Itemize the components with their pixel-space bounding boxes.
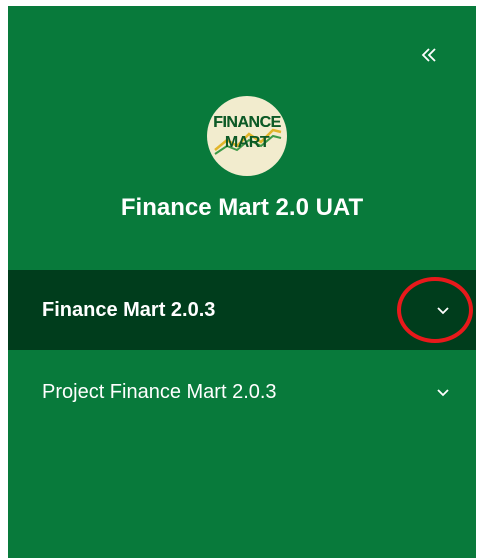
finance-mart-logo: FINANCE MART	[207, 96, 287, 176]
logo-text-line2: MART	[224, 134, 270, 151]
chevron-down-icon	[437, 389, 449, 397]
chevron-down-icon	[437, 307, 449, 315]
screenshot-frame: FINANCE MART Finance Mart 2.0 UAT Financ…	[0, 0, 481, 558]
expand-menu-button[interactable]	[433, 384, 453, 400]
menu-item-finance-mart-2-0-3[interactable]: Finance Mart 2.0.3	[8, 270, 476, 350]
app-title: Finance Mart 2.0 UAT	[120, 194, 364, 221]
expand-menu-button[interactable]	[433, 302, 453, 318]
double-chevron-left-icon	[421, 48, 436, 62]
sidebar: FINANCE MART Finance Mart 2.0 UAT Financ…	[8, 6, 476, 558]
menu-item-label: Finance Mart 2.0.3	[42, 298, 216, 321]
menu-item-project-finance-mart-2-0-3[interactable]: Project Finance Mart 2.0.3	[8, 352, 476, 432]
menu-item-label: Project Finance Mart 2.0.3	[42, 380, 277, 403]
logo-text-line1: FINANCE	[213, 114, 281, 131]
collapse-sidebar-button[interactable]	[416, 42, 442, 68]
